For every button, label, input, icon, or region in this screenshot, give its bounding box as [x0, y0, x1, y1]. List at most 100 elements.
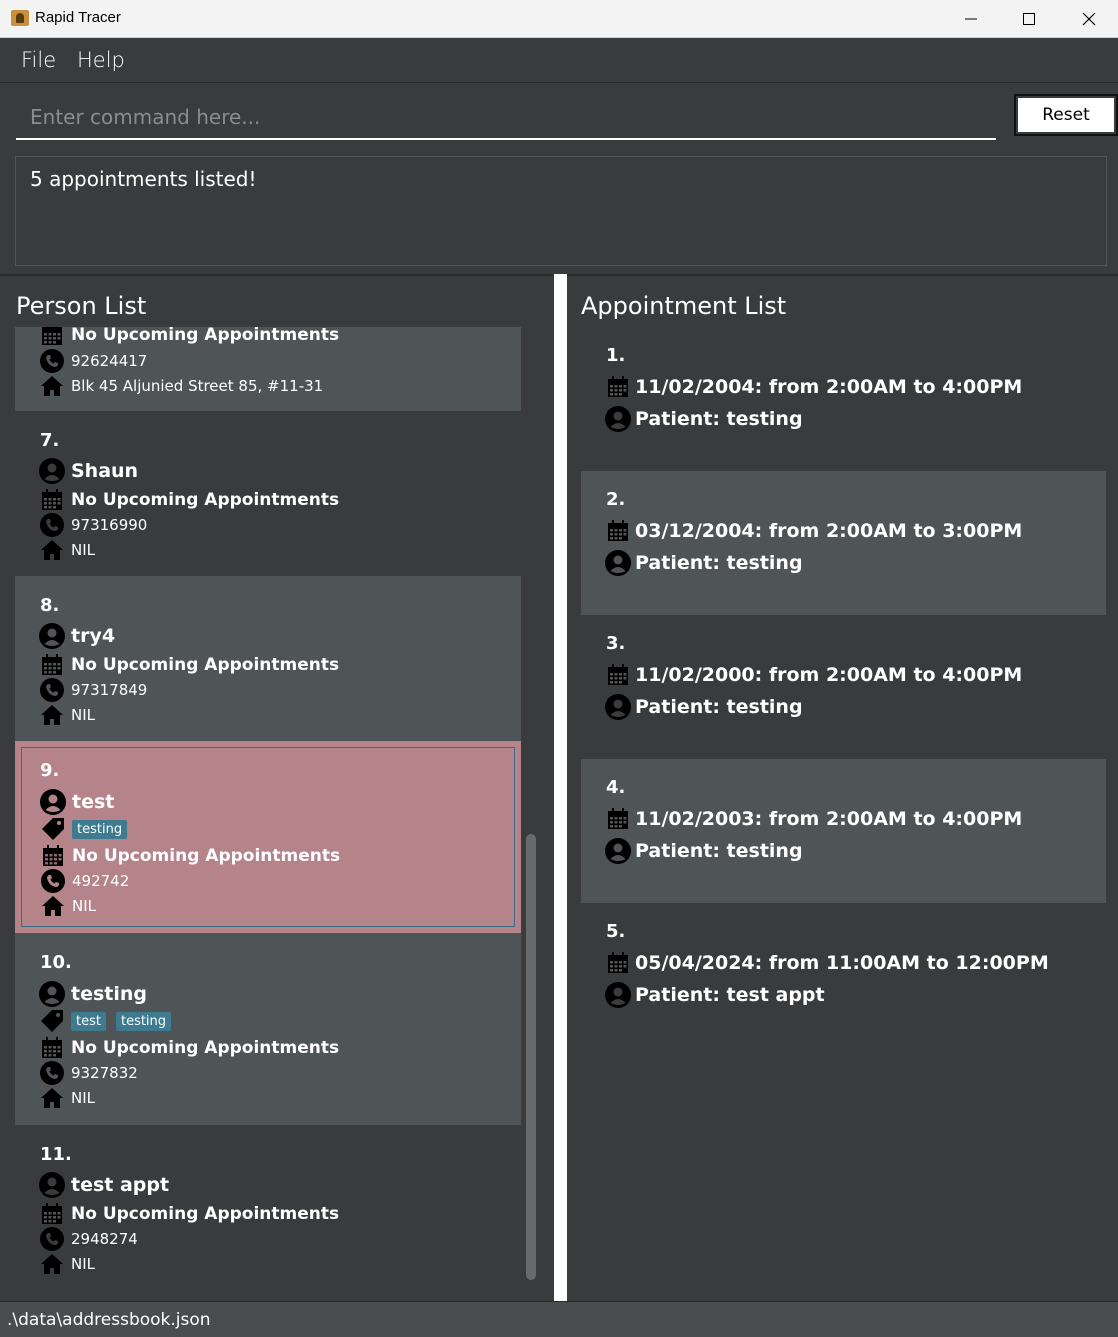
calendar-icon [605, 950, 631, 976]
phone-icon [40, 868, 66, 894]
phone-icon [39, 348, 65, 374]
minimize-icon [965, 18, 977, 20]
appointment-index: 5. [606, 921, 626, 942]
close-icon [1082, 12, 1096, 26]
appointment-card[interactable]: 1. 11/02/2004: from 2:00AM to 4:00PM Pat… [581, 327, 1106, 471]
panel-splitter[interactable] [554, 274, 567, 1301]
home-icon [39, 373, 65, 399]
minimize-button[interactable] [942, 0, 1000, 38]
person-name: try4 [71, 625, 116, 647]
command-area: Reset [0, 84, 1118, 148]
person-icon [40, 789, 66, 815]
appointment-patient: Patient: testing [635, 696, 803, 718]
person-card[interactable]: 7. Shaun No Upcoming Appointments 973169… [15, 411, 521, 576]
appointment-time: 03/12/2004: from 2:00AM to 3:00PM [635, 520, 1023, 542]
tag-badge: testing [72, 819, 128, 839]
appointment-time: 05/04/2024: from 11:00AM to 12:00PM [635, 952, 1049, 974]
calendar-icon [605, 806, 631, 832]
person-icon [39, 458, 65, 484]
home-icon [39, 702, 65, 728]
person-card-selected[interactable]: 9. test testing No Upcoming Appointments… [15, 741, 521, 933]
person-index: 11. [40, 1144, 72, 1165]
person-address: NIL [71, 1089, 96, 1107]
person-card[interactable]: 11. test appt No Upcoming Appointments 2… [15, 1125, 521, 1288]
appointment-card[interactable]: 5. 05/04/2024: from 11:00AM to 12:00PM P… [581, 903, 1106, 1047]
result-display: 5 appointments listed! [15, 156, 1107, 266]
tag-icon [40, 816, 66, 842]
command-input[interactable] [16, 96, 996, 140]
person-list[interactable]: No Upcoming Appointments 92624417 Blk 45… [15, 327, 521, 1288]
appointment-patient: Patient: testing [635, 408, 803, 430]
person-index: 10. [40, 952, 72, 973]
phone-icon [39, 1226, 65, 1252]
person-index: 8. [40, 595, 60, 616]
calendar-icon [39, 1035, 65, 1061]
phone-icon [39, 677, 65, 703]
appointment-card[interactable]: 2. 03/12/2004: from 2:00AM to 3:00PM Pat… [581, 471, 1106, 615]
person-card[interactable]: 8. try4 No Upcoming Appointments 9731784… [15, 576, 521, 741]
person-icon [605, 838, 631, 864]
status-bar: .\data\addressbook.json [0, 1301, 1118, 1337]
menu-bar: File Help [0, 38, 1118, 83]
person-phone: 9327832 [71, 1064, 138, 1082]
appointment-patient: Patient: test appt [635, 984, 825, 1006]
person-index: 9. [40, 760, 60, 781]
appointment-card[interactable]: 3. 11/02/2000: from 2:00AM to 4:00PM Pat… [581, 615, 1106, 759]
home-icon [39, 1085, 65, 1111]
maximize-button[interactable] [1000, 0, 1058, 38]
person-phone: 492742 [72, 872, 130, 890]
person-appointments: No Upcoming Appointments [72, 846, 341, 866]
appointment-time: 11/02/2000: from 2:00AM to 4:00PM [635, 664, 1023, 686]
person-appointments: No Upcoming Appointments [71, 1038, 340, 1058]
person-icon [605, 982, 631, 1008]
menu-help[interactable]: Help [77, 48, 125, 72]
person-card[interactable]: 10. testing test testing No Upcoming Appo… [15, 933, 521, 1125]
tag-icon [39, 1008, 65, 1034]
close-button[interactable] [1060, 0, 1118, 38]
calendar-icon [40, 843, 66, 869]
person-address: NIL [71, 706, 96, 724]
appointment-index: 1. [606, 345, 626, 366]
app-icon [11, 10, 29, 26]
home-icon [39, 1251, 65, 1277]
person-phone: 97316990 [71, 516, 148, 534]
phone-icon [39, 1060, 65, 1086]
appointment-index: 2. [606, 489, 626, 510]
person-icon [39, 623, 65, 649]
appointment-patient: Patient: testing [635, 840, 803, 862]
person-icon [39, 981, 65, 1007]
appointment-time: 11/02/2004: from 2:00AM to 4:00PM [635, 376, 1023, 398]
person-phone: 97317849 [71, 681, 148, 699]
person-address: NIL [71, 1255, 96, 1273]
reset-button[interactable]: Reset [1014, 94, 1118, 136]
calendar-icon [39, 1201, 65, 1227]
person-index: 7. [40, 430, 60, 451]
calendar-icon [39, 487, 65, 513]
person-icon [605, 694, 631, 720]
person-card[interactable]: No Upcoming Appointments 92624417 Blk 45… [15, 327, 521, 411]
person-address: NIL [72, 897, 97, 915]
person-name: Shaun [71, 460, 139, 482]
person-address: NIL [71, 541, 96, 559]
person-appointments: No Upcoming Appointments [71, 655, 340, 675]
person-icon [39, 1172, 65, 1198]
person-name: test appt [71, 1174, 170, 1196]
person-list-scrollbar[interactable] [526, 834, 536, 1280]
home-icon [39, 537, 65, 563]
person-icon [605, 550, 631, 576]
appointment-list[interactable]: 1. 11/02/2004: from 2:00AM to 4:00PM Pat… [581, 327, 1106, 1287]
person-appointments: No Upcoming Appointments [71, 490, 340, 510]
person-name: testing [71, 983, 147, 1005]
appointment-time: 11/02/2003: from 2:00AM to 4:00PM [635, 808, 1023, 830]
window-title: Rapid Tracer [35, 9, 121, 26]
calendar-icon [39, 652, 65, 678]
appointment-list-title: Appointment List [581, 292, 787, 320]
person-appointments: No Upcoming Appointments [71, 1204, 340, 1224]
calendar-icon [605, 374, 631, 400]
tag-badge: test [71, 1011, 106, 1031]
menu-file[interactable]: File [21, 48, 56, 72]
calendar-icon [605, 662, 631, 688]
person-icon [605, 406, 631, 432]
appointment-patient: Patient: testing [635, 552, 803, 574]
appointment-card[interactable]: 4. 11/02/2003: from 2:00AM to 4:00PM Pat… [581, 759, 1106, 903]
